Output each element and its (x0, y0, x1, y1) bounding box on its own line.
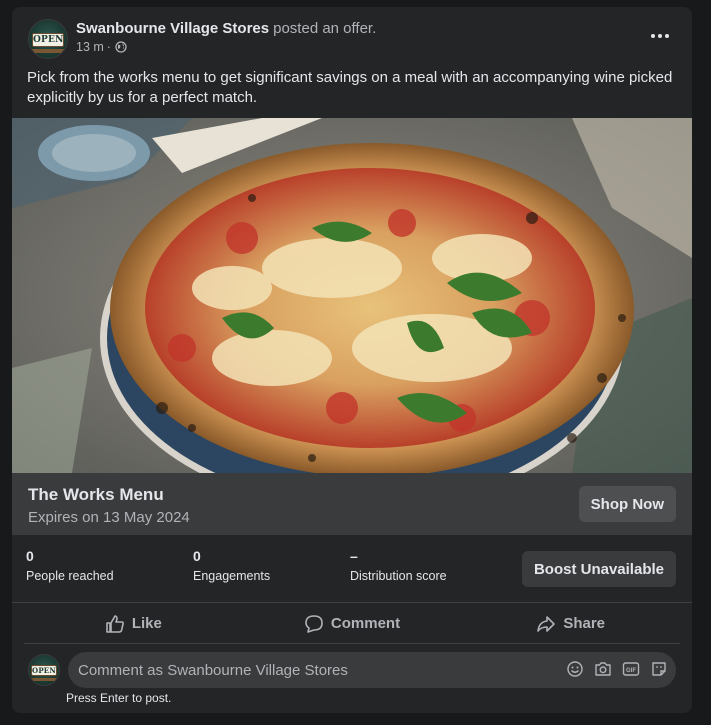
post-text: Pick from the works menu to get signific… (27, 69, 673, 106)
stat-value: 0 (193, 548, 201, 564)
stat-engagements: 0 Engagements (193, 548, 270, 583)
commenter-avatar[interactable]: OPEN (28, 654, 60, 686)
post-action-text: posted an offer. (273, 20, 377, 37)
avatar-open-sign: OPEN (31, 665, 57, 676)
stat-people-reached: 0 People reached (26, 548, 114, 583)
globe-icon (115, 41, 127, 53)
more-options-button[interactable] (646, 25, 674, 47)
page-avatar[interactable]: OPEN (28, 19, 68, 59)
stat-distribution-score: – Distribution score (350, 548, 447, 583)
comment-composer: GIF (68, 652, 676, 688)
share-arrow-icon (537, 615, 556, 632)
post-insights: 0 People reached 0 Engagements – Distrib… (12, 535, 692, 603)
camera-icon[interactable] (594, 660, 612, 678)
post-meta: 13 m · (76, 40, 127, 54)
page-name-link[interactable]: Swanbourne Village Stores (76, 20, 269, 37)
emoji-icon[interactable] (566, 660, 584, 678)
stat-label: People reached (26, 569, 114, 583)
like-label: Like (131, 615, 162, 632)
action-bar: Like Comment Share (24, 604, 680, 644)
post-card: OPEN Swanbourne Village Stores posted an … (12, 7, 692, 713)
stat-label: Distribution score (350, 569, 447, 583)
offer-image-pizza[interactable] (12, 118, 692, 473)
post-timestamp[interactable]: 13 m (76, 40, 104, 54)
offer-expiry: Expires on 13 May 2024 (28, 509, 190, 526)
speech-bubble-icon (305, 614, 323, 633)
post-header: OPEN Swanbourne Village Stores posted an … (12, 7, 692, 67)
pizza-photo (12, 118, 692, 473)
offer-title: The Works Menu (28, 485, 164, 504)
comment-input[interactable] (68, 652, 548, 688)
boost-unavailable-button[interactable]: Boost Unavailable (521, 551, 676, 587)
sticker-icon[interactable] (650, 660, 668, 678)
more-dots-icon (651, 34, 655, 38)
svg-text:GIF: GIF (626, 668, 636, 674)
share-button[interactable]: Share (461, 604, 680, 643)
comment-button[interactable]: Comment (243, 604, 462, 643)
like-button[interactable]: Like (24, 604, 243, 643)
stat-label: Engagements (193, 569, 271, 583)
shop-now-button[interactable]: Shop Now (578, 486, 676, 522)
thumbs-up-icon (106, 614, 124, 633)
share-label: Share (563, 615, 606, 632)
composer-icons: GIF (566, 660, 668, 678)
stat-value: 0 (26, 548, 34, 564)
avatar-open-sign: OPEN (32, 33, 64, 47)
comment-label: Comment (330, 615, 401, 632)
press-enter-hint: Press Enter to post. (66, 691, 172, 705)
meta-separator: · (106, 40, 111, 54)
offer-bar: The Works Menu Expires on 13 May 2024 Sh… (12, 473, 692, 535)
gif-icon[interactable]: GIF (622, 660, 640, 678)
stat-value: – (350, 548, 358, 564)
